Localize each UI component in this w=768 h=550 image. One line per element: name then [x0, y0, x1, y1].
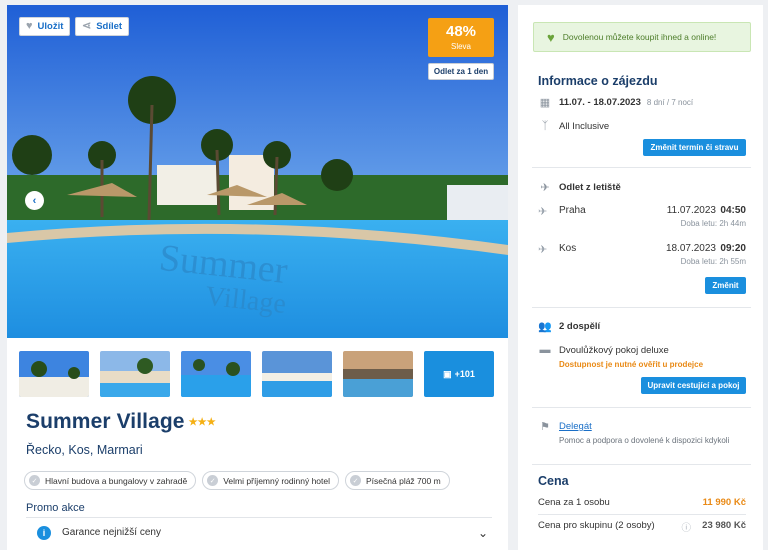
return-city: Kos — [559, 243, 577, 254]
save-label: Uložit — [37, 21, 64, 32]
heart-icon: ♥ — [26, 20, 33, 32]
feature-chip: ✓ Velmi příjemný rodinný hotel — [202, 471, 340, 490]
outbound-city: Praha — [559, 205, 586, 216]
thumbnail-2[interactable] — [100, 351, 170, 397]
thumbnail-3[interactable] — [181, 351, 251, 397]
hero-photo[interactable]: Summer Village ♥ Uložit ⋖ Sdílet 48% Sle… — [7, 5, 508, 338]
feature-text: Hlavní budova a bungalovy v zahradě — [45, 475, 188, 486]
feature-chip: ✓ Písečná pláž 700 m — [345, 471, 450, 490]
travellers-count: 2 dospělí — [559, 321, 601, 332]
feature-text: Písečná pláž 700 m — [366, 475, 441, 486]
promo-accordion[interactable]: i Garance nejnižší ceny ⌄ — [26, 517, 492, 547]
chevron-down-icon[interactable]: ⌄ — [478, 526, 488, 540]
hotel-panel: Summer Village ♥ Uložit ⋖ Sdílet 48% Sle… — [7, 5, 508, 550]
promo-item-label: Garance nejnižší ceny — [62, 527, 161, 538]
plane-icon: ✈ — [540, 182, 550, 194]
discount-badge: 48% Sleva — [428, 18, 494, 57]
price-per-person-label: Cena za 1 osobu — [538, 497, 610, 508]
heart-icon: ♥ — [547, 29, 555, 45]
board-row: ᛉ All Inclusive — [538, 120, 746, 132]
info-icon: i — [37, 525, 51, 540]
notice-text: Dovolenou můžete koupit ihned a online! — [562, 32, 717, 42]
feature-chips: ✓ Hlavní budova a bungalovy v zahradě ✓ Ve… — [24, 471, 450, 490]
return-date: 18.07.2023 — [665, 243, 716, 254]
departure-badge: Odlet za 1 den — [428, 63, 494, 80]
photos-icon: ▣ — [443, 368, 452, 379]
gallery-prev-button[interactable]: ‹ — [25, 191, 44, 210]
people-icon: 👥 — [538, 321, 552, 333]
thumbnail-strip: ▣ +101 — [19, 351, 494, 397]
flights-title: Odlet z letiště — [559, 182, 621, 193]
divider — [532, 307, 751, 308]
availability-warning: Dostupnost je nutné ověřit u prodejce — [559, 360, 704, 369]
share-button[interactable]: ⋖ Sdílet — [75, 17, 130, 36]
check-icon: ✓ — [29, 475, 40, 486]
price-per-person-row: Cena za 1 osobu 11 990 Kč — [538, 497, 746, 508]
thumbnail-4[interactable] — [262, 351, 332, 397]
price-per-person-value: 11 990 Kč — [702, 497, 746, 508]
change-flights-button[interactable]: Změnit — [705, 277, 746, 294]
price-title: Cena — [538, 474, 569, 488]
feature-chip: ✓ Hlavní budova a bungalovy v zahradě — [24, 471, 197, 490]
edit-travellers-button[interactable]: Upravit cestující a pokoj — [641, 377, 746, 394]
flights-header: ✈ Odlet z letiště — [538, 181, 746, 194]
trip-info-title: Informace o zájezdu — [538, 74, 658, 88]
support-icon: ⚑ — [540, 421, 550, 433]
hotel-stars: ★★★ — [188, 417, 216, 428]
trip-dates: 11.07. - 18.07.2023 — [559, 97, 641, 108]
outbound-flight: ✈ Praha 11.07.2023 04:50 Doba letu: 2h 4… — [538, 205, 746, 233]
discount-value: 48% — [445, 23, 477, 40]
travellers-row: 👥 2 dospělí — [538, 320, 746, 333]
return-time: 09:20 — [720, 243, 746, 254]
thumbnail-1[interactable] — [19, 351, 89, 397]
room-type: Dvoulůžkový pokoj deluxe — [559, 344, 669, 356]
delegate-text: Pomoc a podpora o dovolené k dispozici k… — [559, 436, 730, 445]
trip-dates-row: ▦ 11.07. - 18.07.2023 8 dní / 7 nocí — [538, 96, 746, 109]
price-group-label: Cena pro skupinu (2 osoby) — [538, 520, 655, 531]
price-group-row: Cena pro skupinu (2 osoby) ⓘ 23 980 Kč — [538, 520, 746, 534]
share-icon: ⋖ — [82, 20, 92, 32]
outbound-date: 11.07.2023 — [666, 205, 716, 216]
divider — [538, 514, 746, 515]
return-duration: Doba letu: 2h 55m — [680, 257, 746, 266]
divider — [532, 407, 751, 408]
check-icon: ✓ — [207, 475, 219, 486]
change-date-board-button[interactable]: Změnit termín či stravu — [643, 139, 746, 156]
bed-icon: ▬ — [539, 344, 551, 356]
delegate-link[interactable]: Delegát — [559, 421, 592, 432]
divider — [532, 464, 751, 465]
return-flight: ✈ Kos 18.07.2023 09:20 Doba letu: 2h 55m — [538, 243, 746, 271]
outbound-duration: Doba letu: 2h 44m — [680, 219, 746, 228]
price-group-value: 23 980 Kč — [702, 520, 746, 531]
save-button[interactable]: ♥ Uložit — [19, 17, 71, 36]
board-type: All Inclusive — [559, 120, 610, 132]
thumbnail-5[interactable] — [343, 351, 413, 397]
departure-plane-icon: ✈ — [538, 206, 548, 218]
discount-label: Sleva — [450, 42, 471, 51]
arrival-plane-icon: ✈ — [538, 244, 548, 256]
more-photos-count: +101 — [454, 369, 475, 379]
divider — [532, 167, 751, 168]
calendar-icon: ▦ — [539, 97, 551, 109]
online-purchase-notice: ♥ Dovolenou můžete koupit ihned a online… — [533, 22, 751, 52]
feature-text: Velmi příjemný rodinný hotel — [223, 475, 331, 486]
hotel-location: Řecko, Kos, Marmari — [26, 443, 143, 457]
booking-panel: ♥ Dovolenou můžete koupit ihned a online… — [518, 5, 763, 550]
info-icon[interactable]: ⓘ — [681, 520, 691, 534]
share-label: Sdílet — [96, 21, 123, 32]
gallery-more-button[interactable]: ▣ +101 — [424, 351, 494, 397]
delegate-row: ⚑ Delegát — [538, 420, 746, 433]
cutlery-icon: ᛉ — [541, 120, 549, 132]
outbound-time: 04:50 — [720, 205, 746, 216]
promo-title: Promo akce — [26, 502, 85, 514]
check-icon: ✓ — [350, 475, 362, 486]
trip-length: 8 dní / 7 nocí — [646, 98, 694, 107]
hotel-name: Summer Village — [26, 410, 185, 433]
chevron-left-icon: ‹ — [32, 194, 37, 207]
room-row: ▬ Dvoulůžkový pokoj deluxe — [538, 344, 746, 356]
hotel-name-heading: Summer Village ★★★ — [26, 410, 216, 434]
